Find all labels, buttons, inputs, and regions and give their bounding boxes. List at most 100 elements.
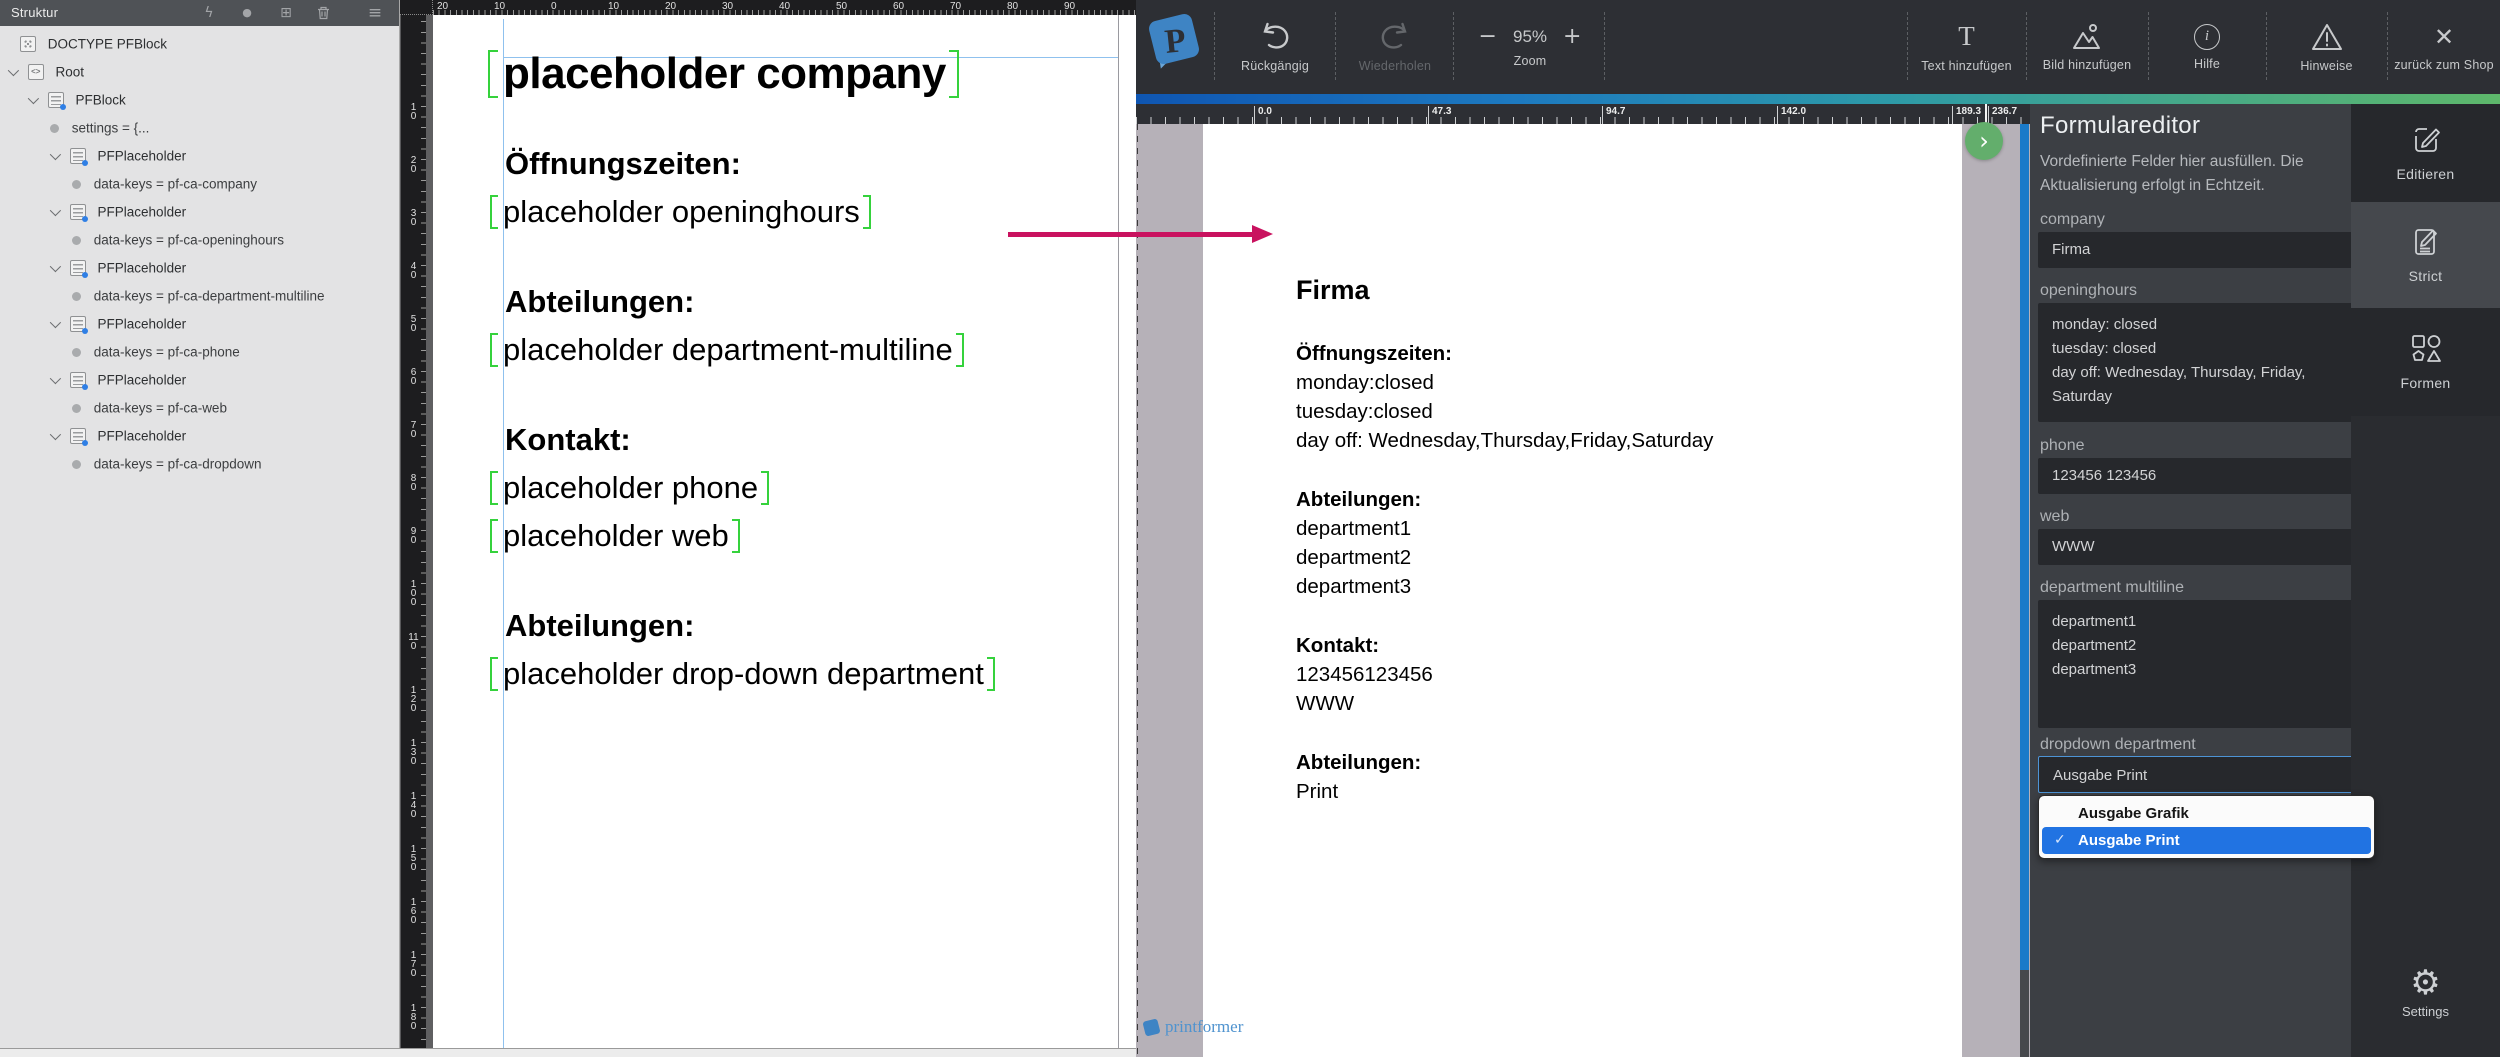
- horizontal-scrollbar-strip[interactable]: [0, 1048, 1136, 1057]
- settings-button[interactable]: ⚙ Settings: [2351, 964, 2500, 1019]
- document-preview[interactable]: Firma Öffnungszeiten: monday:closed tues…: [1136, 124, 2030, 1057]
- web-field[interactable]: WWW: [2038, 529, 2375, 565]
- tab-formen[interactable]: Formen: [2351, 308, 2500, 416]
- tree-item-pfplaceholder[interactable]: PFPlaceholder: [0, 142, 399, 170]
- ruler-end-line: [1985, 104, 1987, 124]
- section-heading: Abteilungen:: [505, 278, 995, 326]
- tab-editieren[interactable]: Editieren: [2351, 104, 2500, 202]
- document-canvas[interactable]: placeholder company Öffnungszeiten: plac…: [433, 15, 1136, 1048]
- chevron-down-icon[interactable]: [50, 429, 61, 440]
- tree-label: data-keys = pf-ca-dropdown: [94, 456, 262, 471]
- placeholder-text-frames: placeholder company Öffnungszeiten: plac…: [505, 49, 995, 740]
- tree-item-pfplaceholder[interactable]: PFPlaceholder: [0, 366, 399, 394]
- redo-icon: [1377, 22, 1413, 52]
- preview-line: department2: [1296, 543, 1713, 572]
- department-multiline-field[interactable]: department1 department2 department3: [2038, 600, 2375, 728]
- undo-button[interactable]: Rückgängig: [1220, 0, 1330, 94]
- tree-label: PFPlaceholder: [98, 260, 187, 275]
- redo-button[interactable]: Wiederholen: [1338, 0, 1452, 94]
- tree-label: data-keys = pf-ca-company: [94, 176, 257, 191]
- tree-item-pfplaceholder[interactable]: PFPlaceholder: [0, 198, 399, 226]
- zoom-out-button[interactable]: −: [1479, 28, 1497, 46]
- back-to-shop-button[interactable]: ✕ zurück zum Shop: [2388, 0, 2500, 94]
- check-icon: ✓: [2054, 827, 2066, 854]
- section-heading: Kontakt:: [505, 416, 995, 464]
- dropdown-option-print[interactable]: ✓ Ausgabe Print: [2042, 827, 2371, 854]
- preview-line: department3: [1296, 572, 1713, 601]
- tree-item-datakeys[interactable]: data-keys = pf-ca-openinghours: [0, 226, 399, 254]
- tree-item-pfblock[interactable]: PFBlock: [0, 86, 399, 114]
- chevron-right-icon: ›: [1979, 127, 1989, 155]
- element-icon: [48, 92, 64, 108]
- placeholder-text: placeholder department-multiline: [503, 332, 953, 367]
- add-text-button[interactable]: T Text hinzufügen: [1910, 0, 2023, 94]
- help-button[interactable]: i Hilfe: [2151, 0, 2263, 94]
- tree-item-pfplaceholder[interactable]: PFPlaceholder: [0, 254, 399, 282]
- tree-item-root[interactable]: <> Root: [0, 58, 399, 86]
- notices-button[interactable]: Hinweise: [2269, 0, 2384, 94]
- tree-item-doctype[interactable]: DOCTYPE PFBlock: [0, 30, 399, 58]
- undo-icon: [1257, 22, 1293, 52]
- chevron-down-icon[interactable]: [50, 261, 61, 272]
- tree-item-datakeys[interactable]: data-keys = pf-ca-web: [0, 394, 399, 422]
- sidebar-rail: Editieren Strict: [2351, 104, 2500, 1057]
- tree-label: data-keys = pf-ca-web: [94, 400, 227, 415]
- frame-bracket-right: [987, 657, 995, 691]
- chevron-down-icon[interactable]: [50, 205, 61, 216]
- company-field[interactable]: Firma: [2038, 232, 2375, 268]
- frame-bracket-left: [490, 471, 498, 505]
- trash-icon[interactable]: [312, 3, 334, 23]
- tree-label: data-keys = pf-ca-openinghours: [94, 232, 284, 247]
- ruler-origin-box: [400, 0, 433, 15]
- tree-item-pfplaceholder[interactable]: PFPlaceholder: [0, 310, 399, 338]
- element-icon: [70, 316, 86, 332]
- field-label-phone: phone: [2040, 437, 2085, 455]
- frame-bracket-left: [488, 50, 498, 98]
- image-icon: [2070, 23, 2104, 51]
- dropdown-option-grafik[interactable]: Ausgabe Grafik: [2042, 800, 2371, 827]
- record-icon[interactable]: ●: [236, 3, 258, 23]
- preview-scrollbar-thumb[interactable]: [2020, 124, 2029, 970]
- phone-field[interactable]: 123456 123456: [2038, 458, 2375, 494]
- tree-item-datakeys[interactable]: data-keys = pf-ca-company: [0, 170, 399, 198]
- tree-item-datakeys[interactable]: data-keys = pf-ca-phone: [0, 338, 399, 366]
- chevron-down-icon[interactable]: [50, 149, 61, 160]
- toolbar-divider: [1214, 12, 1215, 80]
- add-element-icon[interactable]: ⊞: [275, 3, 297, 23]
- toolbar-divider: [1907, 12, 1908, 80]
- editor-toolbar: P Rückgängig Wiederholen: [1136, 0, 2500, 94]
- chevron-down-icon[interactable]: [28, 93, 39, 104]
- canvas-section: Abteilungen: placeholder drop-down depar…: [505, 602, 995, 698]
- attribute-bullet-icon: [72, 404, 81, 413]
- collapse-panel-button[interactable]: ›: [1965, 122, 2003, 160]
- validate-lightning-icon[interactable]: ϟ: [198, 3, 220, 23]
- tree-label: Root: [56, 64, 85, 79]
- preview-text: Firma Öffnungszeiten: monday:closed tues…: [1296, 274, 1713, 836]
- preview-section: Abteilungen: department1 department2 dep…: [1296, 485, 1713, 601]
- chevron-down-icon[interactable]: [50, 317, 61, 328]
- attribute-bullet-icon: [72, 348, 81, 357]
- tree-item-datakeys[interactable]: data-keys = pf-ca-department-multiline: [0, 282, 399, 310]
- tree-label: PFPlaceholder: [98, 372, 187, 387]
- placeholder-text: placeholder phone: [503, 470, 758, 505]
- element-icon: [70, 428, 86, 444]
- panel-menu-icon[interactable]: ≡: [364, 3, 386, 23]
- tree-item-pfplaceholder[interactable]: PFPlaceholder: [0, 422, 399, 450]
- preview-scrollbar-track[interactable]: [2020, 124, 2029, 1057]
- dropdown-department-select[interactable]: Ausgabe Print: [2038, 756, 2375, 793]
- tree-item-settings-attr[interactable]: settings = {...: [0, 114, 399, 142]
- openinghours-field[interactable]: monday: closed tuesday: closed day off: …: [2038, 303, 2375, 422]
- field-label-openinghours: openinghours: [2040, 282, 2137, 300]
- toolbar-divider: [1604, 12, 1605, 80]
- section-heading: Abteilungen:: [505, 602, 995, 650]
- chevron-down-icon[interactable]: [50, 373, 61, 384]
- zoom-in-button[interactable]: +: [1563, 28, 1581, 46]
- toolbar-divider: [2026, 12, 2027, 80]
- tab-strict[interactable]: Strict: [2351, 202, 2500, 308]
- preview-line: department1: [1296, 514, 1713, 543]
- chevron-down-icon[interactable]: [8, 65, 19, 76]
- vertical-ruler: 10 20 30 40 50 60 70 80 90 100 110 120 1…: [400, 0, 433, 1057]
- add-image-button[interactable]: Bild hinzufügen: [2029, 0, 2145, 94]
- tree-item-datakeys[interactable]: data-keys = pf-ca-dropdown: [0, 450, 399, 478]
- attribute-bullet-icon: [72, 460, 81, 469]
